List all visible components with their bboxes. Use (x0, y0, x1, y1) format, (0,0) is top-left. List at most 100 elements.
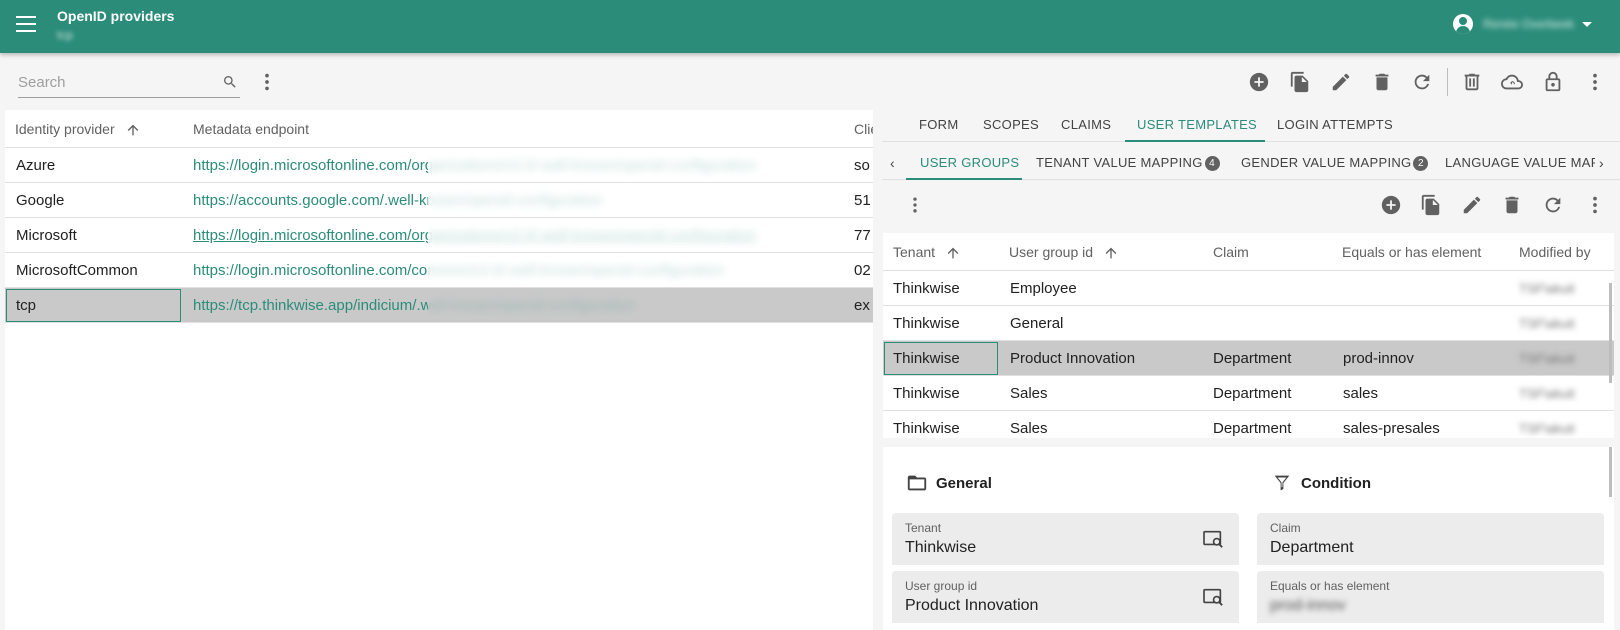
user-groups-grid: Tenant User group id Claim Equals or has… (883, 233, 1614, 438)
modified-by-cell: TSF\akuit (1519, 316, 1575, 331)
modified-by-cell: TSF\akuit (1519, 386, 1575, 401)
scrollbar[interactable] (1609, 447, 1612, 497)
claim-cell: Department (1213, 420, 1292, 437)
provider-cell: Microsoft (16, 227, 77, 244)
sort-up-icon (1105, 247, 1117, 259)
field-label: Claim (1270, 521, 1301, 535)
search-input[interactable] (18, 68, 208, 96)
chevron-left-icon[interactable]: ‹ (890, 155, 895, 171)
count-badge: 2 (1413, 156, 1429, 171)
element-cell: sales (1343, 385, 1379, 402)
edit-icon[interactable] (1329, 70, 1353, 94)
filter-icon (1274, 475, 1290, 491)
table-row[interactable]: Thinkwise Employee TSF\akuit (883, 271, 1614, 306)
lock-icon[interactable] (1541, 70, 1565, 94)
client-cell: so (854, 157, 870, 174)
scrollbar[interactable] (1609, 283, 1612, 383)
detail-form: General Condition Tenant Thinkwise User … (883, 447, 1614, 630)
more-vert-icon[interactable] (1583, 70, 1607, 94)
providers-grid: Identity provider Metadata endpoint Clie… (5, 110, 873, 630)
tenant-cell: Thinkwise (893, 385, 960, 402)
tab-gender-value-mapping[interactable]: GENDER VALUE MAPPING 2 (1241, 155, 1429, 171)
group-cell: Sales (1010, 385, 1048, 402)
tab-scopes[interactable]: SCOPES (983, 117, 1039, 132)
refresh-icon[interactable] (1541, 193, 1565, 217)
column-header-equals-element[interactable]: Equals or has element (1342, 244, 1481, 260)
column-header-claim[interactable]: Claim (1213, 244, 1249, 260)
table-row[interactable]: Azure https://login.microsoftonline.com/… (5, 148, 873, 183)
group-cell: Sales (1010, 420, 1048, 437)
tab-user-templates[interactable]: USER TEMPLATES (1137, 117, 1257, 132)
tenant-cell: Thinkwise (893, 280, 960, 297)
tab-user-groups[interactable]: USER GROUPS (920, 155, 1019, 170)
provider-cell: MicrosoftCommon (16, 262, 138, 279)
table-row-selected[interactable]: Thinkwise Product Innovation Department … (883, 341, 1614, 376)
field-value: Department (1270, 539, 1354, 556)
copy-icon[interactable] (1419, 193, 1443, 217)
grid-header: Identity provider Metadata endpoint Clie (5, 110, 873, 148)
table-row[interactable]: MicrosoftCommon https://login.microsofto… (5, 253, 873, 288)
element-cell: sales-presales (1343, 420, 1440, 437)
menu-icon[interactable] (16, 16, 36, 32)
claim-cell: Department (1213, 385, 1292, 402)
table-row[interactable]: Thinkwise Sales Department sales-presale… (883, 411, 1614, 438)
refresh-icon[interactable] (1410, 70, 1434, 94)
delete-icon[interactable] (1370, 70, 1394, 94)
lookup-icon[interactable] (1203, 587, 1225, 607)
folder-icon (907, 475, 927, 491)
cloud-sync-icon[interactable] (1500, 70, 1524, 94)
provider-cell: tcp (16, 297, 37, 314)
table-row[interactable]: Microsoft https://login.microsoftonline.… (5, 218, 873, 253)
search-icon[interactable] (222, 74, 238, 90)
group-condition: Condition (1271, 472, 1371, 494)
column-header-metadata-endpoint[interactable]: Metadata endpoint (193, 121, 309, 137)
more-vert-icon[interactable] (903, 193, 927, 217)
active-subtab-indicator (906, 178, 1022, 180)
delete-icon[interactable] (1500, 193, 1524, 217)
tab-claims[interactable]: CLAIMS (1061, 117, 1111, 132)
tenant-cell: Thinkwise (893, 315, 960, 332)
element-cell: prod-innov (1343, 350, 1414, 367)
client-cell: 77 (854, 227, 871, 244)
column-header-modified-by[interactable]: Modified by (1519, 244, 1591, 260)
user-template-tabs: ‹ USER GROUPS TENANT VALUE MAPPING 4 GEND… (882, 146, 1620, 180)
column-header-client[interactable]: Clie (854, 121, 873, 137)
copy-icon[interactable] (1288, 70, 1312, 94)
user-group-id-field[interactable]: User group id Product Innovation (892, 571, 1239, 623)
tab-language-value-mapping[interactable]: LANGUAGE VALUE MAP (1445, 155, 1595, 170)
user-menu[interactable]: Renée Overbeek (1453, 14, 1592, 34)
add-circle-icon[interactable] (1379, 193, 1403, 217)
group-cell: Product Innovation (1010, 350, 1136, 367)
tab-login-attempts[interactable]: LOGIN ATTEMPTS (1277, 117, 1393, 132)
caret-down-icon (1582, 21, 1592, 27)
tenant-field[interactable]: Tenant Thinkwise (892, 513, 1239, 565)
page-title: OpenID providers (57, 8, 175, 24)
tenant-cell: Thinkwise (893, 420, 960, 437)
column-header-identity-provider[interactable]: Identity provider (15, 121, 141, 138)
table-row[interactable]: Thinkwise General TSF\akuit (883, 306, 1614, 341)
tenant-cell: Thinkwise (893, 350, 960, 367)
client-cell: ex (854, 297, 870, 314)
client-cell: 02 (854, 262, 871, 279)
tab-tenant-value-mapping[interactable]: TENANT VALUE MAPPING 4 (1036, 155, 1220, 171)
toolbar-divider (1447, 68, 1448, 96)
table-row[interactable]: Google https://accounts.google.com/.well… (5, 183, 873, 218)
provider-cell: Azure (16, 157, 56, 174)
chevron-right-icon[interactable]: › (1599, 155, 1604, 171)
column-header-user-group-id[interactable]: User group id (1009, 244, 1119, 261)
equals-element-field[interactable]: Equals or has element prod-innov (1257, 571, 1604, 623)
claim-field[interactable]: Claim Department (1257, 513, 1604, 565)
lookup-icon[interactable] (1203, 529, 1225, 549)
tab-form[interactable]: FORM (919, 117, 958, 132)
column-header-tenant[interactable]: Tenant (893, 244, 961, 261)
redaction-blur (428, 222, 823, 248)
account-circle-icon (1453, 14, 1474, 34)
trash-outline-icon[interactable] (1460, 70, 1484, 94)
more-vert-icon[interactable] (1583, 193, 1607, 217)
table-row[interactable]: Thinkwise Sales Department sales TSF\aku… (883, 376, 1614, 411)
add-circle-icon[interactable] (1247, 70, 1271, 94)
more-vert-icon[interactable] (255, 70, 279, 94)
table-row-selected[interactable]: tcp https://tcp.thinkwise.app/indicium/.… (5, 288, 873, 323)
edit-icon[interactable] (1460, 193, 1484, 217)
field-label: Tenant (905, 521, 942, 535)
